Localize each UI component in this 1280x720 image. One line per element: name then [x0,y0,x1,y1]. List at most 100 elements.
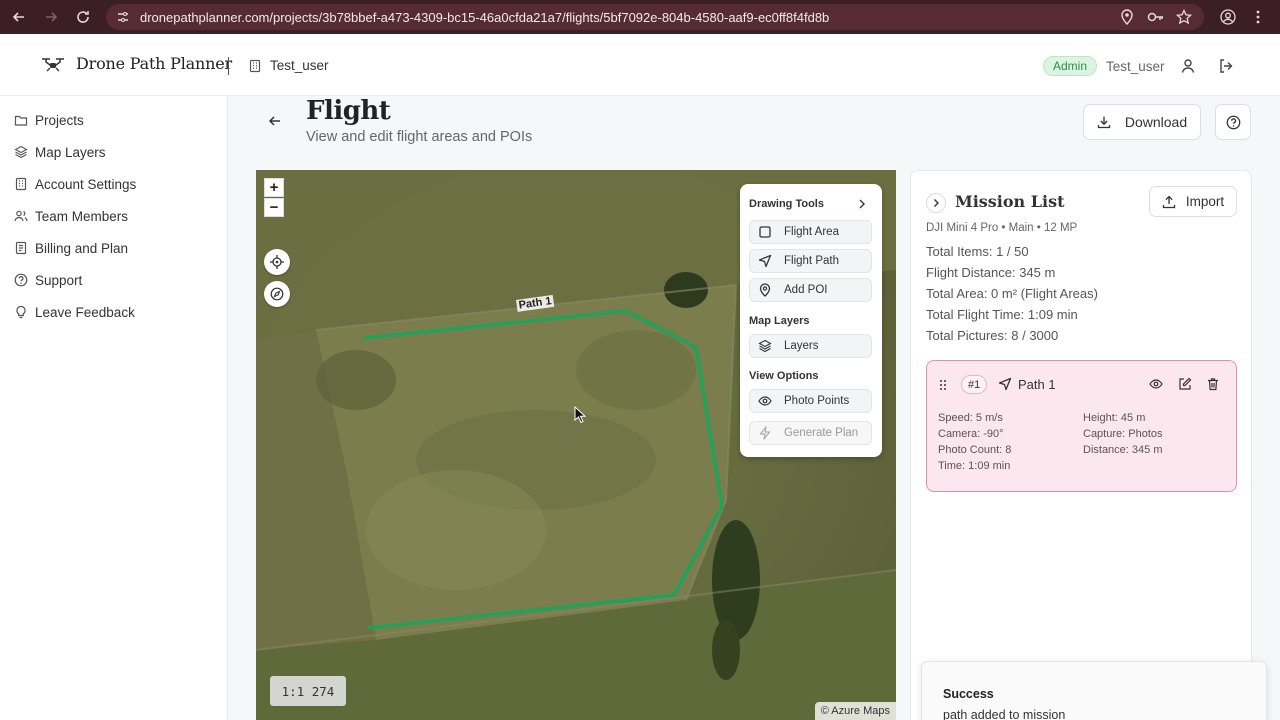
profile-icon[interactable] [1220,9,1236,25]
site-info-icon[interactable] [116,10,130,24]
sidebar-item-label: Map Layers [35,144,106,160]
map-layers-title: Map Layers [749,315,810,327]
header-username: Test_user [1106,59,1165,74]
toast-message: path added to mission [943,708,1066,720]
building-icon [15,177,27,191]
stat-total-items: Total Items: 1 / 50 [926,244,1029,259]
zoom-in-button[interactable]: + [264,178,284,197]
page-title: Flight [306,96,391,126]
import-button[interactable]: Import [1149,186,1237,217]
download-label: Download [1124,114,1188,130]
stat-flight-distance: Flight Distance: 345 m [926,265,1056,280]
sidebar-item-leave-feedback[interactable]: Leave Feedback [14,302,135,322]
item-height: Height: 45 m [1083,412,1146,424]
flight-path-label: Flight Path [784,255,839,267]
eye-icon[interactable] [1149,377,1163,391]
users-icon [14,210,28,222]
location-icon[interactable] [1119,9,1135,25]
flight-area-label: Flight Area [784,226,839,238]
compass-button[interactable] [264,281,290,307]
view-options-title: View Options [749,370,819,382]
drone-info: DJI Mini 4 Pro • Main • 12 MP [926,222,1078,234]
toast-title: Success [943,687,994,701]
role-badge: Admin [1043,56,1098,76]
square-icon [759,226,771,238]
workspace-name: Test_user [270,58,329,73]
sidebar-item-map-layers[interactable]: Map Layers [14,142,106,162]
eye-icon [758,396,772,406]
map-scale: 1:1 274 [270,676,346,706]
compass-icon [270,287,284,301]
photo-points-button[interactable]: Photo Points [749,389,872,413]
locate-button[interactable] [264,249,290,275]
item-distance: Distance: 345 m [1083,444,1163,456]
item-capture: Capture: Photos [1083,428,1163,440]
generate-plan-button[interactable]: Generate Plan [749,421,872,445]
item-camera: Camera: -90° [938,428,1004,440]
flight-path-button[interactable]: Flight Path [749,249,872,273]
sidebar-item-billing[interactable]: Billing and Plan [14,238,128,258]
stat-total-pictures: Total Pictures: 8 / 3000 [926,328,1059,343]
map-attribution: © Azure Maps [814,702,896,720]
trash-icon[interactable] [1206,377,1220,391]
back-arrow-icon[interactable] [268,114,282,128]
sidebar-item-label: Account Settings [35,176,137,192]
forward-arrow-icon[interactable] [36,0,66,34]
mission-list-title: Mission List [955,192,1065,211]
mission-item-card[interactable]: #1 Path 1 Speed: 5 m/s Height: 45 m Came… [926,360,1237,492]
stat-total-area: Total Area: 0 m² (Flight Areas) [926,286,1098,301]
download-button[interactable]: Download [1083,104,1201,140]
flight-area-button[interactable]: Flight Area [749,220,872,244]
key-icon[interactable] [1147,9,1163,25]
drawing-tools-title: Drawing Tools [749,198,824,210]
upload-icon [1162,195,1176,208]
building-icon [249,59,261,72]
mission-list-panel: Mission List Import DJI Mini 4 Pro • Mai… [910,170,1252,720]
drawing-tools-panel: Drawing Tools Flight Area Flight Path Ad… [740,184,882,457]
drone-icon [42,57,64,71]
layers-icon [758,339,772,353]
bookmark-star-icon[interactable] [1176,9,1192,25]
sidebar-item-label: Leave Feedback [35,304,135,320]
layers-button[interactable]: Layers [749,334,872,358]
layers-label: Layers [784,340,819,352]
import-label: Import [1185,194,1225,209]
user-profile-icon[interactable] [1180,58,1196,74]
reload-icon[interactable] [68,0,98,34]
navigation-icon [998,377,1012,391]
help-icon [14,273,28,287]
item-speed: Speed: 5 m/s [938,412,1003,424]
workspace-selector[interactable]: Test_user [248,58,329,73]
map-pin-icon [759,283,771,297]
sidebar-item-label: Projects [35,112,84,128]
logout-icon[interactable] [1218,58,1234,74]
brand-name: Drone Path Planner [76,54,232,73]
download-icon [1097,116,1111,129]
help-icon [1226,115,1240,129]
sidebar-item-team-members[interactable]: Team Members [14,206,128,226]
address-bar[interactable]: dronepathplanner.com/projects/3b78bbef-a… [106,4,1204,30]
app-header: Drone Path Planner Test_user Admin Test_… [0,34,1280,96]
expand-panel-button[interactable] [926,193,946,213]
drag-handle-icon[interactable] [938,378,948,392]
chevron-right-icon [934,199,939,207]
success-toast[interactable]: Success path added to mission [921,661,1267,720]
browser-menu-icon[interactable] [1250,9,1266,25]
add-poi-button[interactable]: Add POI [749,278,872,302]
lightbulb-icon [16,305,26,319]
chevron-right-icon[interactable] [857,199,867,209]
receipt-icon [15,241,27,255]
navigation-icon [758,254,772,268]
sidebar-item-support[interactable]: Support [14,270,82,290]
layers-icon [14,145,28,159]
back-arrow-icon[interactable] [4,0,34,34]
sidebar-item-label: Team Members [35,208,129,224]
help-button[interactable] [1215,104,1251,140]
zoom-out-button[interactable]: − [264,198,284,217]
sidebar: Projects Map Layers Account Settings Tea… [0,96,228,720]
mouse-cursor-icon [574,406,587,424]
sidebar-item-account-settings[interactable]: Account Settings [14,174,136,194]
sidebar-item-projects[interactable]: Projects [14,110,84,130]
edit-icon[interactable] [1178,377,1192,391]
brand-logo-link[interactable]: Drone Path Planner [40,54,232,73]
